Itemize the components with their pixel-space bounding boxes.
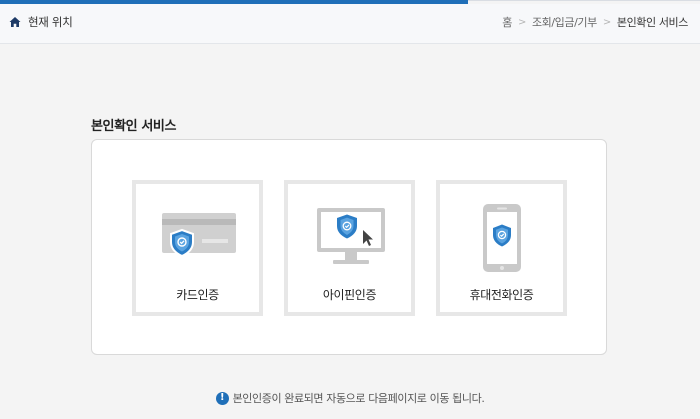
breadcrumb-current: 본인확인 서비스 — [616, 16, 689, 29]
notice-text: 본인인증이 완료되면 자동으로 다음페이지로 이동 됩니다. — [232, 392, 485, 405]
top-border-line — [468, 0, 700, 1]
mobile-verification-label: 휴대전화인증 — [469, 288, 534, 302]
mobile-verification-button[interactable]: 휴대전화인증 — [436, 180, 567, 316]
ipin-verification-label: 아이핀인증 — [322, 288, 377, 302]
card-verification-label: 카드인증 — [176, 288, 219, 302]
exclamation-icon: ! — [215, 391, 229, 405]
breadcrumb-separator-icon: > — [602, 16, 611, 28]
ipin-verification-button[interactable]: 아이핀인증 — [284, 180, 415, 316]
breadcrumb-lookup-deposit-donation[interactable]: 조회/입금/기부 — [532, 14, 597, 30]
auto-redirect-notice: ! 본인인증이 완료되면 자동으로 다음페이지로 이동 됩니다. — [0, 390, 700, 406]
breadcrumb-separator-icon: > — [517, 16, 526, 28]
page-title: 본인확인 서비스 — [91, 119, 177, 134]
location-label: 현재 위치 — [28, 15, 73, 29]
breadcrumb-home[interactable]: 홈 — [502, 14, 512, 30]
verification-panel: 카드인증 아이핀인증 휴대전화인증 — [91, 139, 607, 355]
location-bar: 현재 위치 홈 > 조회/입금/기부 > 본인확인 서비스 — [0, 4, 700, 44]
breadcrumb: 홈 > 조회/입금/기부 > 본인확인 서비스 — [502, 14, 688, 30]
home-icon[interactable] — [9, 16, 21, 28]
card-verification-button[interactable]: 카드인증 — [132, 180, 263, 316]
